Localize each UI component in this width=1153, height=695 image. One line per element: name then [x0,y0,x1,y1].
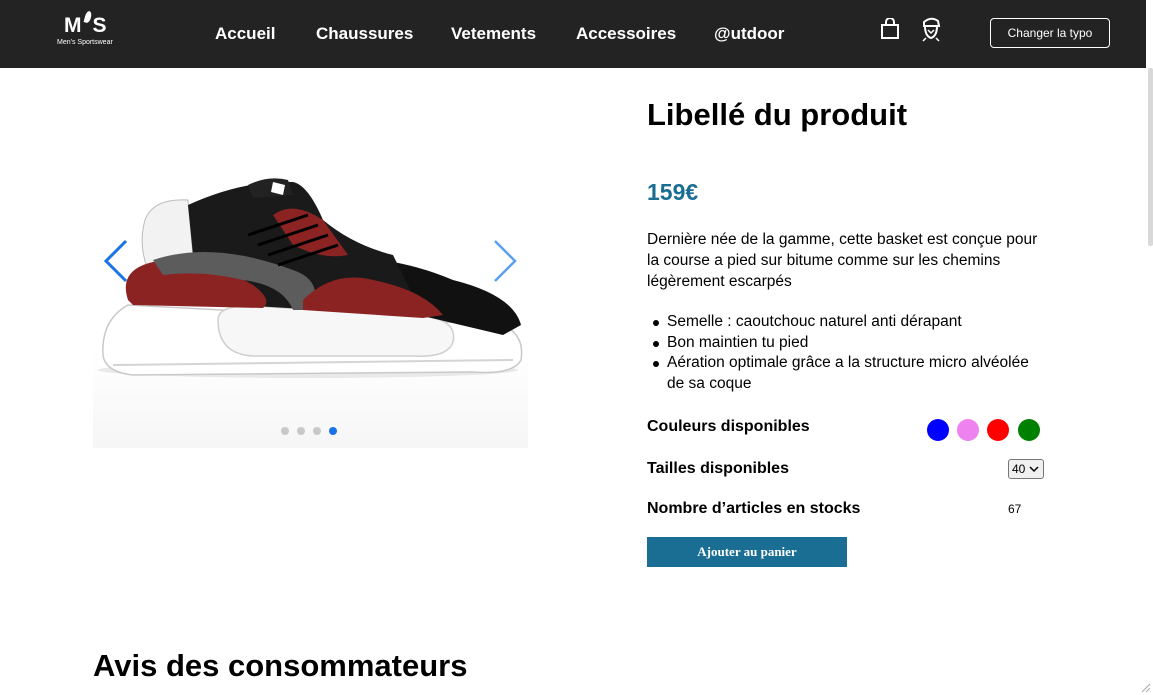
product-title: Libellé du produit [647,97,908,132]
chevron-down-icon [1029,466,1039,473]
carousel-dot-2[interactable] [297,427,305,435]
carousel-dot-3[interactable] [313,427,321,435]
scrollbar-thumb[interactable] [1148,68,1153,246]
product-image-carousel [93,120,528,448]
stock-value: 67 [1008,502,1022,516]
carousel-dot-1[interactable] [281,427,289,435]
sneaker-image [98,178,523,378]
feature-item: Bon maintien tu pied [647,333,1047,354]
product-price: 159€ [647,179,699,205]
site-header: MS Men's Sportswear Accueil Chaussures V… [0,0,1153,68]
sizes-label: Tailles disponibles [647,460,789,477]
nav-item-vetements[interactable]: Vetements [451,24,536,44]
logo-subtitle: Men's Sportswear [57,39,113,46]
nav-item-accessoires[interactable]: Accessoires [576,24,676,44]
color-swatch-green[interactable] [1018,419,1040,441]
resize-grip-icon[interactable] [1139,681,1151,693]
product-features-list: Semelle : caoutchouc naturel anti dérapa… [647,312,1047,394]
product-description: Dernière née de la gamme, cette basket e… [647,231,1038,290]
colors-label: Couleurs disponibles [647,418,810,435]
logo-mark: MS [64,10,108,38]
size-select[interactable]: 40 [1008,459,1044,479]
user-icon[interactable] [919,16,943,42]
brand-logo[interactable]: MS Men's Sportswear [55,10,125,52]
carousel-dot-4[interactable] [329,427,337,435]
carousel-pagination [281,427,337,437]
feature-item: Aération optimale grâce a la structure m… [647,353,1047,394]
carousel-previous-arrow-icon[interactable] [102,238,130,284]
add-to-cart-button[interactable]: Ajouter au panier [647,537,847,567]
color-swatch-blue[interactable] [927,419,949,441]
color-swatch-red[interactable] [987,419,1009,441]
color-swatch-violet[interactable] [957,419,979,441]
stock-label: Nombre d’articles en stocks [647,500,861,517]
nav-item-chaussures[interactable]: Chaussures [316,24,413,44]
feature-item: Semelle : caoutchouc naturel anti dérapa… [647,312,1047,333]
shopping-bag-icon[interactable] [879,18,901,40]
reviews-title: Avis des consommateurs [93,648,468,683]
nav-item-accueil[interactable]: Accueil [215,24,275,44]
size-select-value: 40 [1012,462,1026,476]
carousel-next-arrow-icon[interactable] [491,238,519,284]
change-typography-button[interactable]: Changer la typo [990,18,1110,48]
nav-item-outdoor[interactable]: @utdoor [714,24,784,44]
